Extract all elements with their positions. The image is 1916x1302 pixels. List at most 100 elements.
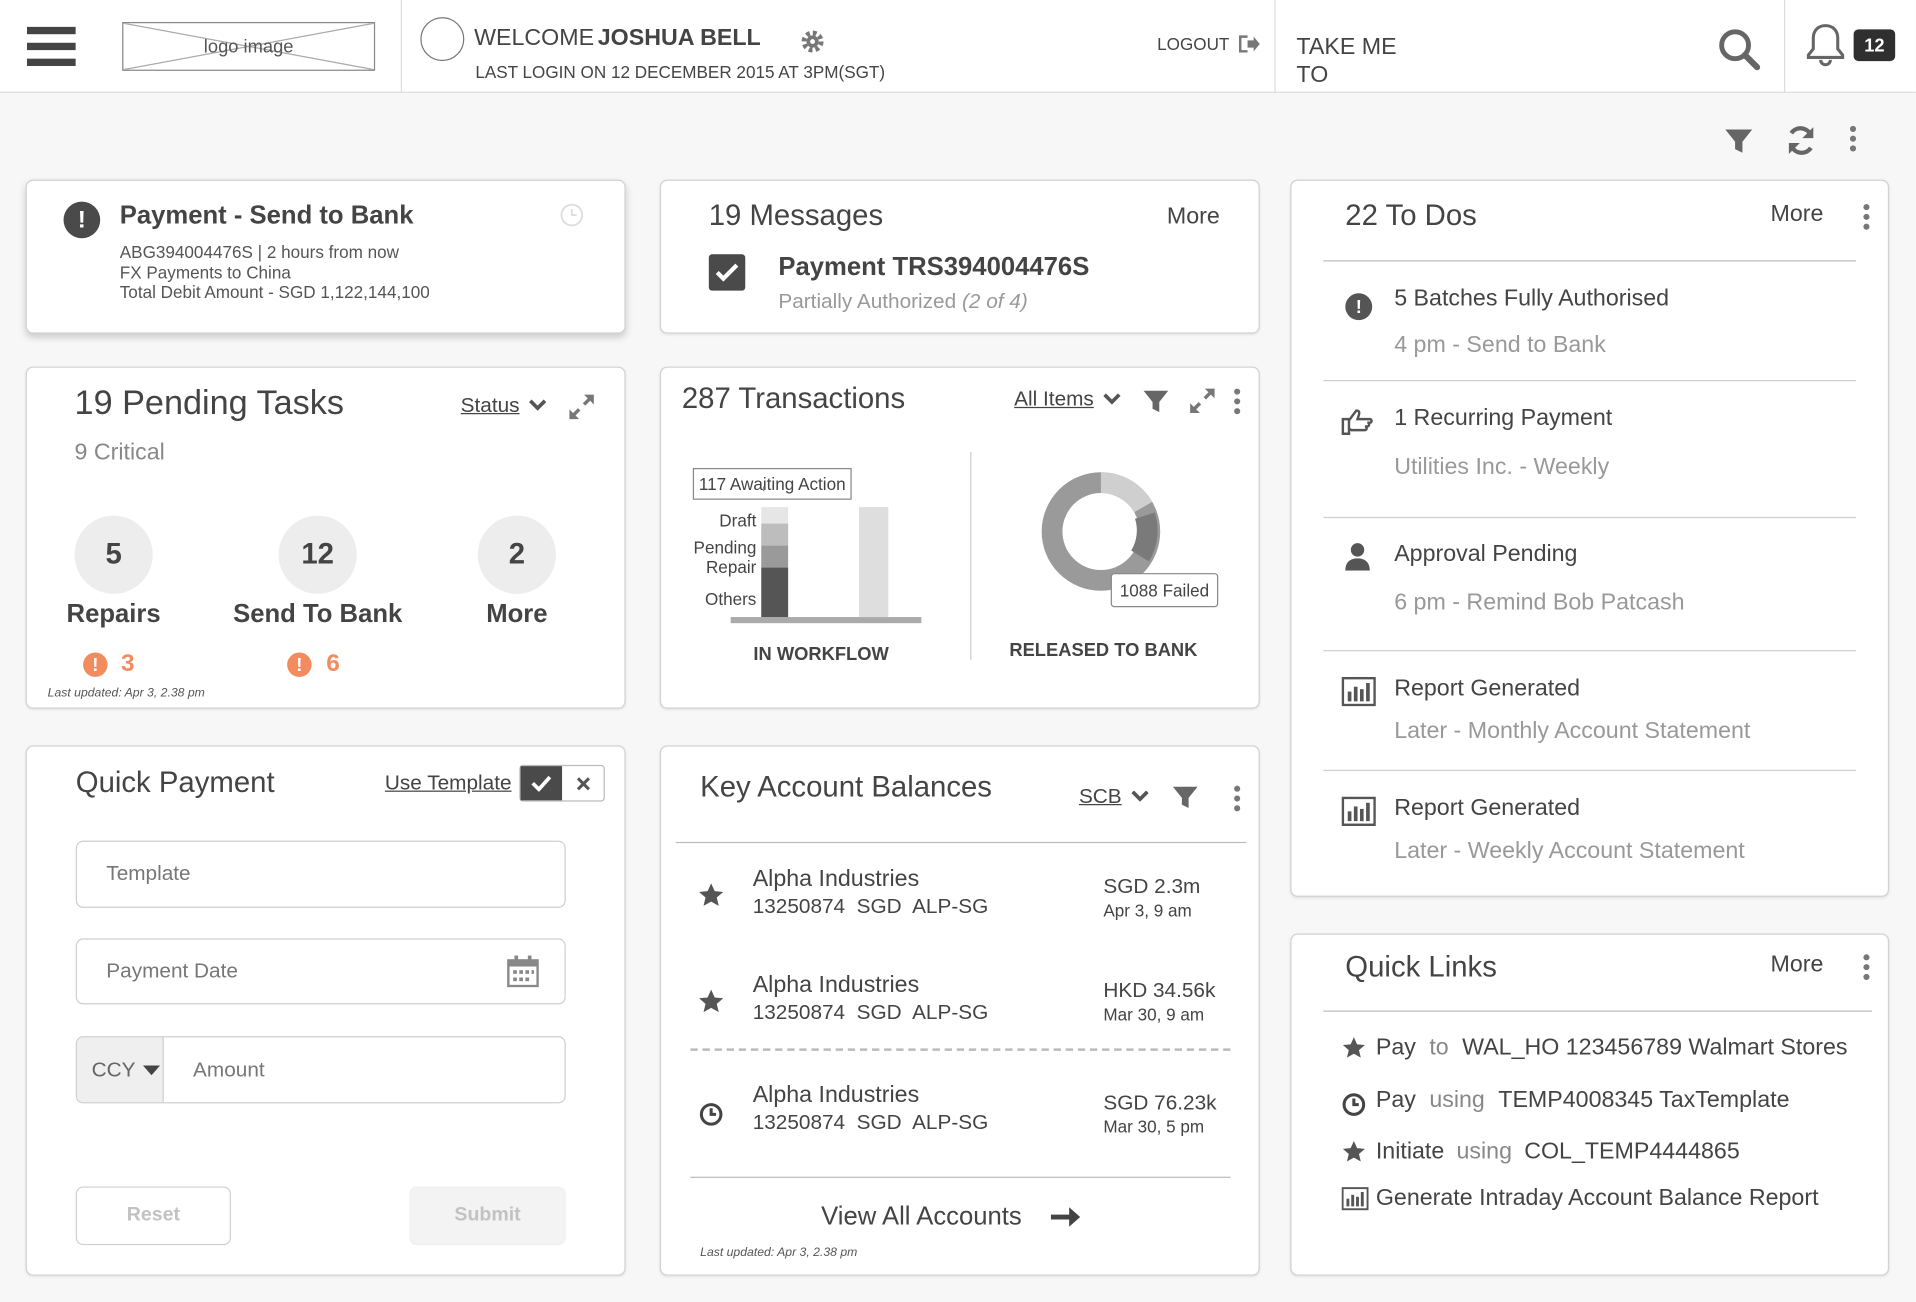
alert-desc: FX Payments to China [119, 262, 291, 283]
divider [970, 452, 972, 660]
take-me-to-line2: TO [1296, 62, 1329, 88]
clock-icon[interactable] [699, 1102, 723, 1126]
checkmark-icon [520, 766, 563, 801]
quick-link-target: TEMP4008345 TaxTemplate [1498, 1087, 1790, 1114]
divider [1323, 1010, 1872, 1012]
take-me-to[interactable]: TAKE ME TO [1296, 33, 1396, 89]
warning-icon: ! [83, 652, 108, 677]
quick-link-action: Pay [1375, 1087, 1416, 1114]
report-icon [1341, 676, 1376, 707]
star-icon [1342, 1140, 1366, 1164]
use-template-toggle[interactable] [519, 764, 605, 802]
messages-title: 19 Messages [708, 199, 884, 233]
filter-icon[interactable] [1172, 784, 1199, 811]
message-item-title[interactable]: Payment TRS394004476S [778, 253, 1089, 282]
payment-date-input[interactable]: Payment Date [75, 938, 566, 1005]
balance-date: Apr 3, 9 am [1103, 900, 1192, 921]
gear-icon[interactable] [800, 29, 824, 53]
divider [1323, 260, 1857, 262]
todo-item-sub: 6 pm - Remind Bob Patcash [1394, 590, 1685, 616]
account-balance: HKD 34.56k [1103, 978, 1216, 1002]
reset-button[interactable]: Reset [75, 1186, 231, 1246]
todos-more-link[interactable]: More [1771, 202, 1824, 229]
todo-item-title[interactable]: Report Generated [1394, 795, 1580, 822]
more-options-icon[interactable] [1234, 785, 1241, 815]
more-options-icon[interactable] [1234, 388, 1241, 418]
user-icon [1343, 541, 1372, 571]
bar-segment-repair [761, 545, 789, 568]
submit-button[interactable]: Submit [409, 1186, 566, 1246]
filter-icon[interactable] [1142, 389, 1169, 416]
star-icon[interactable] [698, 882, 725, 909]
filter-icon[interactable] [1724, 127, 1753, 156]
failed-label: 1088 Failed [1110, 573, 1219, 608]
quick-link-prep: using [1456, 1138, 1512, 1165]
todo-item-title[interactable]: 1 Recurring Payment [1394, 406, 1612, 433]
dashed-divider [690, 1048, 1231, 1051]
account-name[interactable]: Alpha Industries [753, 973, 919, 1000]
more-count[interactable]: 2 [477, 515, 556, 594]
caret-down-icon [142, 1064, 160, 1075]
todos-more-options-icon[interactable] [1863, 204, 1870, 233]
amount-placeholder[interactable]: Amount [193, 1058, 265, 1082]
search-icon[interactable] [1717, 27, 1761, 71]
divider [400, 0, 403, 93]
quick-link-item[interactable]: Initiate using COL_TEMP4444865 [1342, 1139, 1740, 1166]
divider [1323, 650, 1857, 652]
close-icon [576, 777, 591, 791]
expand-icon[interactable] [568, 393, 595, 420]
balance-date: Mar 30, 9 am [1103, 1004, 1205, 1024]
quick-link-item[interactable]: Pay to WAL_HO 123456789 Walmart Stores [1342, 1035, 1848, 1062]
released-label: RELEASED TO BANK [1009, 640, 1198, 662]
send-to-bank-count[interactable]: 12 [278, 515, 357, 594]
bank-dropdown[interactable]: SCB [1079, 784, 1149, 808]
todos-title: 22 To Dos [1345, 199, 1477, 233]
expand-icon[interactable] [1189, 387, 1216, 414]
quick-links-more-link[interactable]: More [1771, 952, 1824, 979]
account-name[interactable]: Alpha Industries [753, 1083, 919, 1110]
view-all-accounts-link[interactable]: View All Accounts [821, 1202, 1081, 1231]
message-status-count: (2 of 4) [961, 289, 1028, 313]
refresh-icon[interactable] [1784, 123, 1818, 157]
messages-more-link[interactable]: More [1167, 204, 1220, 231]
star-icon[interactable] [698, 989, 725, 1016]
todo-item-title[interactable]: 5 Batches Fully Authorised [1394, 286, 1669, 313]
avatar[interactable] [420, 17, 465, 62]
logout-label: LOGOUT [1157, 34, 1230, 54]
quick-link-target: WAL_HO 123456789 Walmart Stores [1462, 1034, 1848, 1061]
transactions-title: 287 Transactions [681, 382, 906, 416]
divider [1783, 0, 1786, 93]
more-options-icon[interactable] [1849, 125, 1857, 155]
template-input[interactable]: Template [75, 840, 566, 908]
todo-item-title[interactable]: Approval Pending [1394, 541, 1577, 568]
last-login: LAST LOGIN ON 12 DECEMBER 2015 AT 3PM(SG… [475, 62, 886, 82]
quick-links-title: Quick Links [1345, 950, 1497, 984]
bar-segment-others [761, 567, 789, 618]
account-name[interactable]: Alpha Industries [753, 866, 919, 893]
pending-title: 19 Pending Tasks [74, 383, 345, 422]
logout-link[interactable]: LOGOUT [1157, 33, 1261, 55]
use-template-label[interactable]: Use Template [385, 771, 512, 795]
menu-icon[interactable] [26, 24, 76, 68]
template-placeholder: Template [106, 861, 191, 885]
quick-links-more-options-icon[interactable] [1863, 954, 1870, 983]
bell-icon[interactable] [1805, 22, 1847, 68]
all-items-dropdown[interactable]: All Items [1014, 387, 1121, 411]
todo-item-sub: Utilities Inc. - Weekly [1394, 454, 1610, 481]
send-to-bank-warn-count: 6 [326, 650, 340, 677]
todo-item-sub: Later - Weekly Account Statement [1394, 838, 1745, 864]
checkbox-checked-icon[interactable] [708, 254, 746, 291]
quick-link-item[interactable]: Pay using TEMP4008345 TaxTemplate [1342, 1085, 1790, 1117]
repairs-count[interactable]: 5 [74, 515, 153, 594]
balances-title: Key Account Balances [700, 771, 992, 805]
status-dropdown[interactable]: Status [461, 393, 547, 417]
more-label: More [486, 599, 548, 629]
todo-item-title[interactable]: Report Generated [1394, 676, 1580, 703]
notification-badge: 12 [1853, 29, 1896, 62]
quick-link-item[interactable]: Generate Intraday Account Balance Report [1341, 1185, 1819, 1212]
ccy-dropdown[interactable]: CCY [76, 1037, 164, 1103]
all-items-label: All Items [1014, 387, 1094, 411]
calendar-icon[interactable] [507, 955, 539, 988]
divider [690, 1176, 1231, 1178]
account-number: 13250874 SGD ALP-SG [752, 894, 989, 918]
